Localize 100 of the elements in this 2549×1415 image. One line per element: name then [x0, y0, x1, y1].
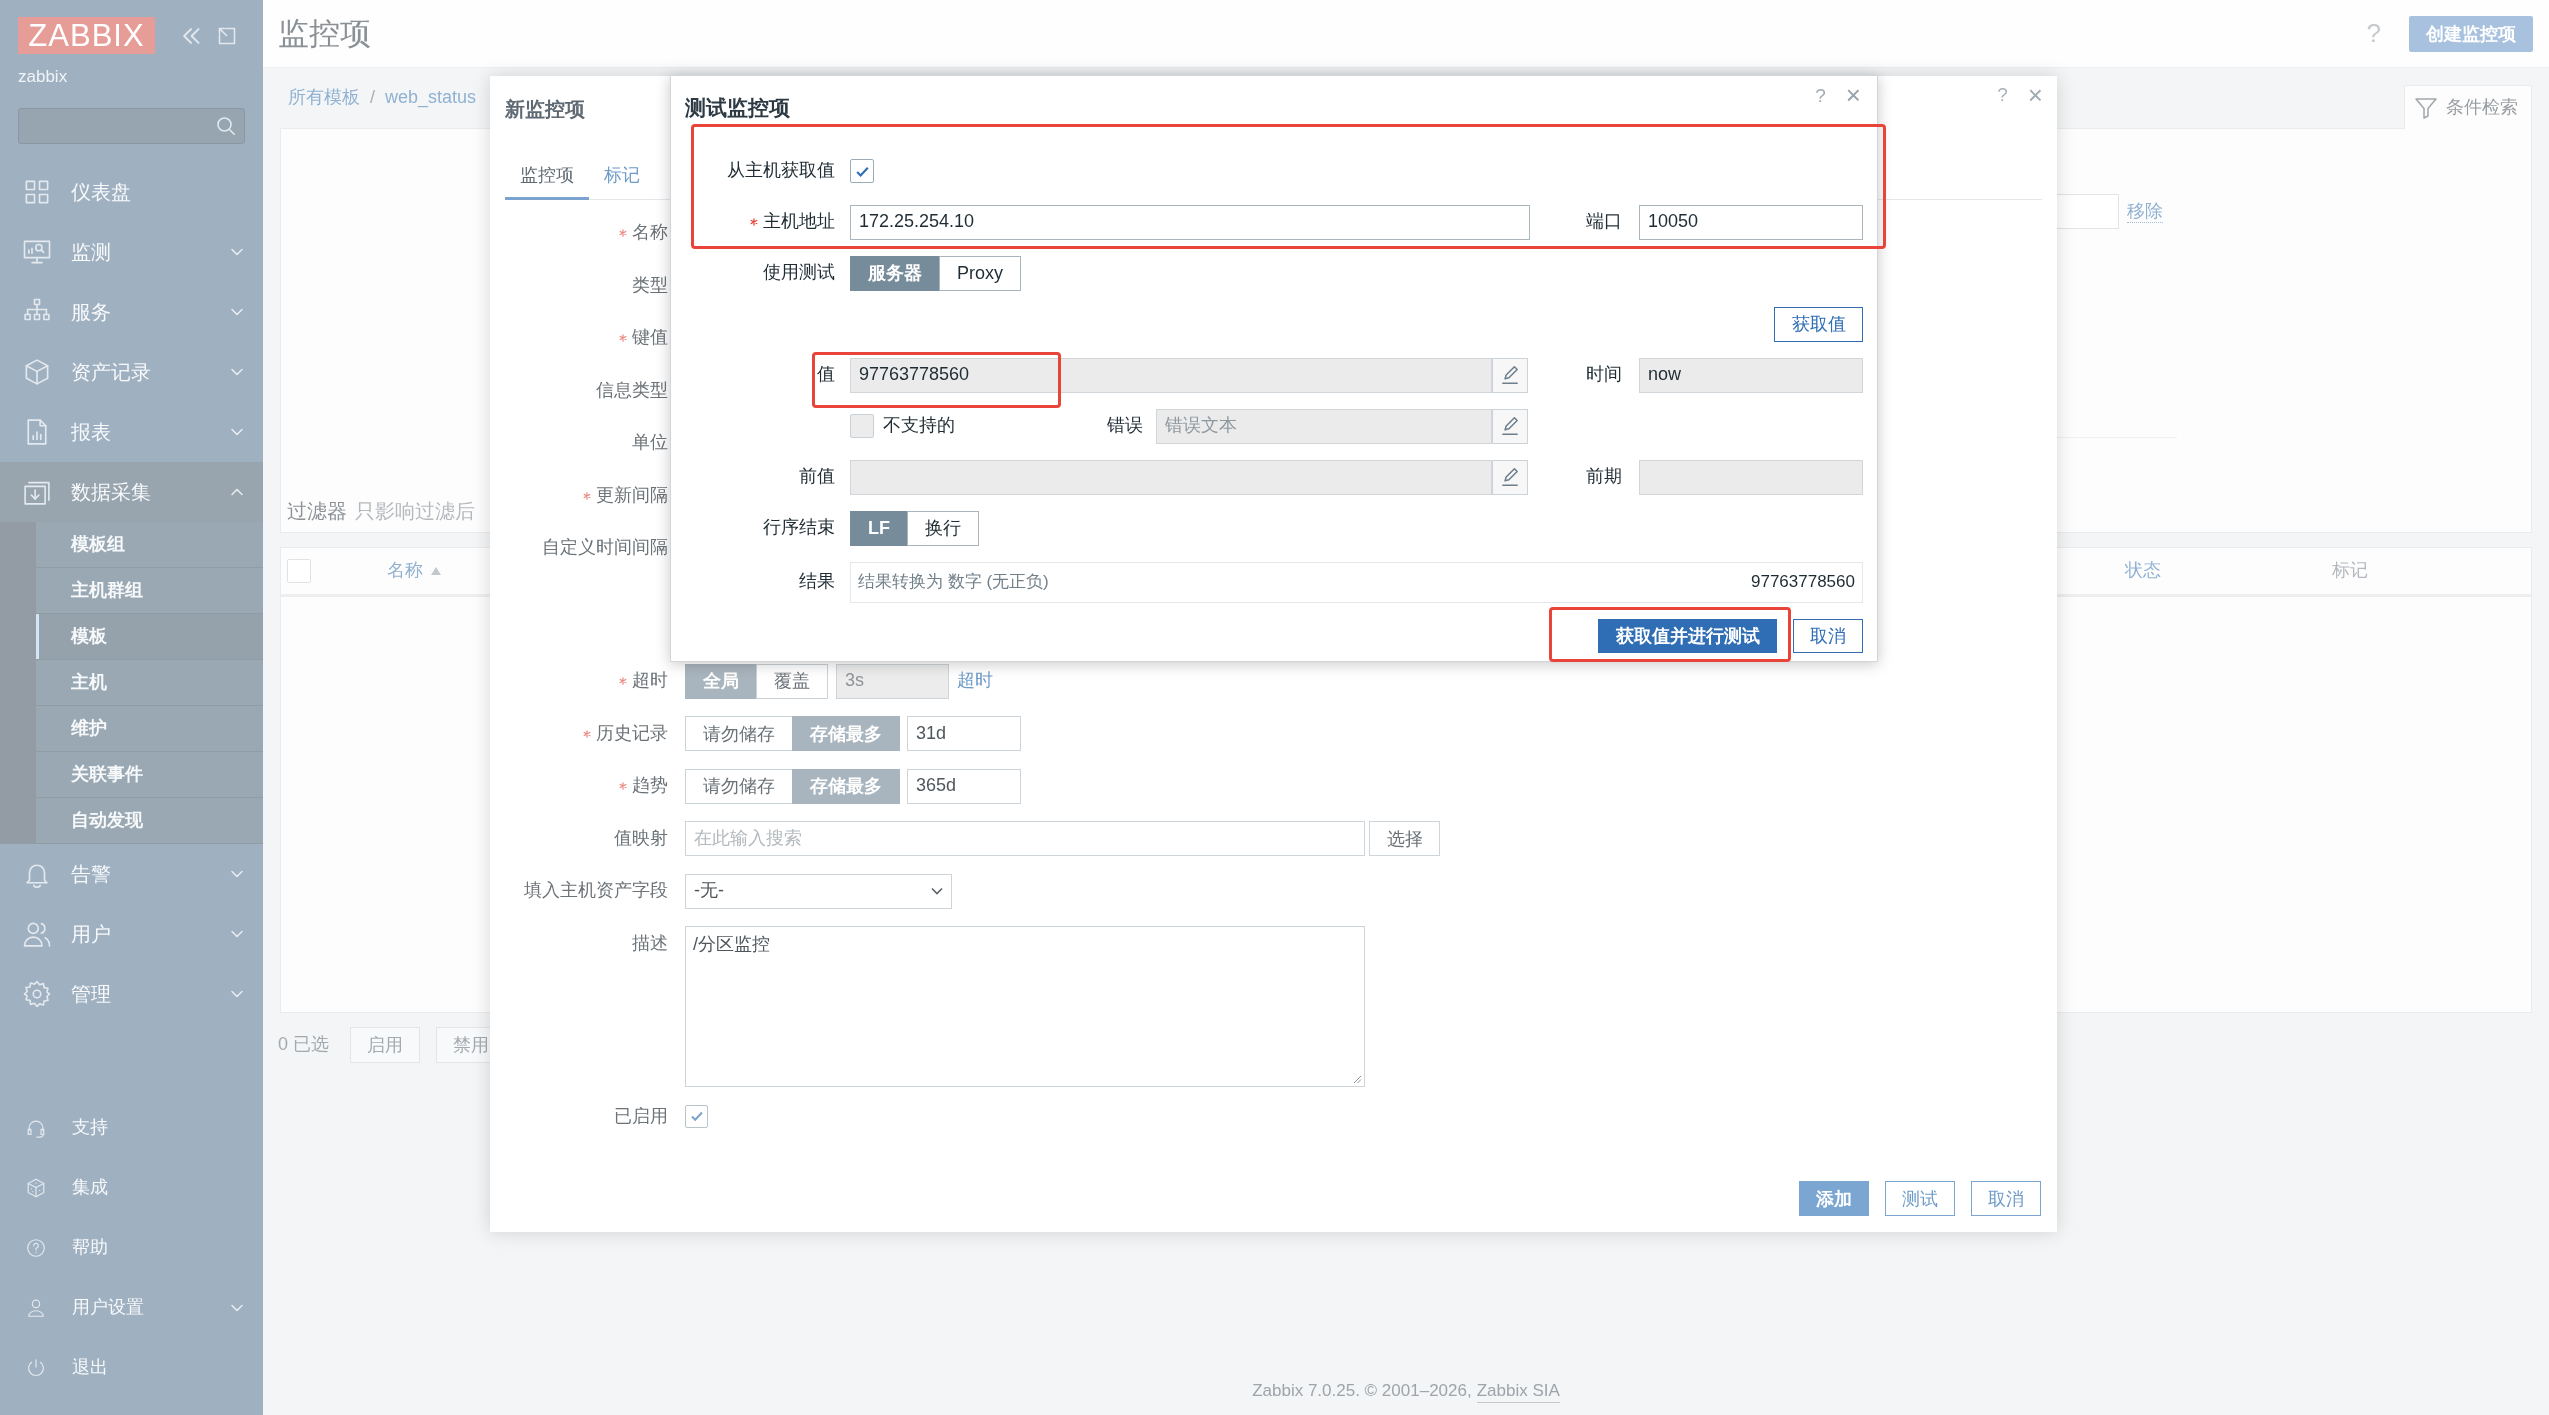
- menu-item[interactable]: 用户: [0, 904, 263, 964]
- get-value-button[interactable]: 获取值: [1774, 306, 1863, 342]
- mass-action-button[interactable]: 禁用: [436, 1027, 490, 1063]
- field-label: 信息类型: [596, 378, 668, 402]
- checkbox[interactable]: [685, 1104, 708, 1128]
- help-link[interactable]: ?: [1997, 83, 2008, 107]
- filter-tab[interactable]: 条件检索: [2404, 85, 2532, 129]
- field-label: 趋势: [632, 774, 668, 798]
- field-label: 值映射: [614, 826, 668, 850]
- chevron-icon: [931, 887, 943, 895]
- breadcrumb-link[interactable]: web_status: [385, 86, 477, 110]
- menu-item[interactable]: 退出: [0, 1338, 263, 1398]
- selected-count: 0 已选: [278, 1033, 329, 1057]
- search-field[interactable]: [18, 108, 245, 144]
- field-label: 历史记录: [596, 721, 668, 745]
- input-field[interactable]: 172.25.254.10: [850, 204, 1530, 240]
- menu-item[interactable]: 帮助: [0, 1218, 263, 1278]
- company-link[interactable]: Zabbix SIA: [1476, 1379, 1560, 1404]
- description-field[interactable]: /分区监控: [685, 926, 1365, 1087]
- previous-time-field[interactable]: [1639, 459, 1863, 495]
- chevron-icon: [231, 368, 243, 376]
- menu-item[interactable]: 报表: [0, 402, 263, 462]
- menu-item[interactable]: 告警: [0, 844, 263, 904]
- dialog-button[interactable]: 测试: [1885, 1181, 1955, 1216]
- submenu-item[interactable]: 自动发现: [36, 798, 263, 844]
- menu-item[interactable]: 支持: [0, 1098, 263, 1158]
- resize-grip-icon[interactable]: [1352, 1074, 1362, 1084]
- select-button[interactable]: 选择: [1369, 821, 1440, 856]
- checkbox[interactable]: [850, 414, 874, 438]
- dialog-button[interactable]: 取消: [1793, 618, 1863, 653]
- chevron-icon: [231, 248, 243, 256]
- toggle-button[interactable]: 存储最多: [792, 716, 900, 751]
- filter-icon: [2414, 95, 2438, 120]
- close-button[interactable]: ×: [2027, 82, 2043, 108]
- menu-item[interactable]: 仪表盘: [0, 162, 263, 222]
- window-arrow-icon[interactable]: [217, 26, 237, 45]
- submenu-item[interactable]: 主机: [36, 660, 263, 706]
- menu-item[interactable]: 管理: [0, 964, 263, 1024]
- menu-item[interactable]: 服务: [0, 282, 263, 342]
- input-field[interactable]: 31d: [907, 716, 1021, 751]
- breadcrumb-link[interactable]: 所有模板: [288, 86, 360, 110]
- submenu-item[interactable]: 维护: [36, 706, 263, 752]
- submenu-item[interactable]: 主机群组: [36, 568, 263, 614]
- mass-action-button[interactable]: 启用: [350, 1027, 420, 1063]
- field-label: 结果: [799, 570, 835, 594]
- server-name: zabbix: [18, 67, 68, 87]
- input-field[interactable]: [2057, 194, 2119, 229]
- field-label: 端口: [1586, 210, 1622, 234]
- pencil-icon: [1499, 415, 1521, 437]
- dropdown[interactable]: -无-: [685, 873, 952, 909]
- edit-button[interactable]: [1492, 459, 1528, 495]
- field-label: 超时: [632, 669, 668, 693]
- input-field[interactable]: 10050: [1639, 204, 1863, 240]
- toggle-button[interactable]: 请勿储存: [685, 716, 793, 751]
- toggle-button[interactable]: 换行: [907, 510, 979, 546]
- help-link[interactable]: ?: [2366, 16, 2381, 51]
- gear-icon: [22, 979, 52, 1009]
- logo[interactable]: ZABBIX: [18, 17, 155, 54]
- value-field[interactable]: 97763778560: [850, 357, 1492, 393]
- checkbox[interactable]: [850, 159, 874, 183]
- column-header[interactable]: 状态: [2125, 559, 2161, 583]
- double-chevron-icon[interactable]: [181, 26, 201, 45]
- dialog-title: 新监控项: [505, 97, 585, 121]
- search-icon[interactable]: [216, 116, 236, 136]
- error-field[interactable]: 错误文本: [1156, 408, 1492, 444]
- toggle-button[interactable]: 存储最多: [792, 768, 900, 804]
- remove-link[interactable]: 移除: [2127, 200, 2163, 223]
- column-header: 标记: [2332, 559, 2368, 583]
- field-label: 从主机获取值: [727, 159, 835, 183]
- input-field[interactable]: 365d: [907, 768, 1021, 804]
- column-header[interactable]: 名称: [387, 559, 441, 583]
- create-item-button[interactable]: 创建监控项: [2409, 15, 2533, 52]
- previous-value-field[interactable]: [850, 459, 1492, 495]
- cube-icon: [25, 1177, 47, 1199]
- time-field[interactable]: now: [1639, 357, 1863, 393]
- search-field[interactable]: 在此输入搜索: [685, 821, 1365, 856]
- menu-item[interactable]: 数据采集: [0, 462, 263, 522]
- submenu-item[interactable]: 模板组: [36, 522, 263, 568]
- close-button[interactable]: ×: [1845, 82, 1861, 108]
- toggle-button[interactable]: 请勿储存: [685, 768, 793, 804]
- toggle-button[interactable]: Proxy: [939, 255, 1021, 291]
- help-icon: [25, 1237, 47, 1259]
- tab[interactable]: 监控项: [505, 154, 589, 200]
- submenu-item[interactable]: 关联事件: [36, 752, 263, 798]
- sort-ascending-icon: [431, 567, 441, 575]
- dialog-button[interactable]: 添加: [1799, 1181, 1869, 1216]
- edit-button[interactable]: [1492, 408, 1528, 444]
- menu-item[interactable]: 监测: [0, 222, 263, 282]
- menu-item[interactable]: 集成: [0, 1158, 263, 1218]
- submenu-item[interactable]: 模板: [36, 614, 263, 660]
- dialog-button[interactable]: 取消: [1971, 1181, 2041, 1216]
- select-all-checkbox[interactable]: [287, 559, 311, 583]
- dialog-button[interactable]: 获取值并进行测试: [1598, 618, 1777, 653]
- menu-item[interactable]: 用户设置: [0, 1278, 263, 1338]
- help-link[interactable]: ?: [1815, 84, 1826, 108]
- tab[interactable]: 标记: [589, 154, 655, 200]
- toggle-button[interactable]: 服务器: [850, 255, 940, 291]
- menu-item[interactable]: 资产记录: [0, 342, 263, 402]
- toggle-button[interactable]: LF: [850, 510, 908, 546]
- edit-button[interactable]: [1492, 357, 1528, 393]
